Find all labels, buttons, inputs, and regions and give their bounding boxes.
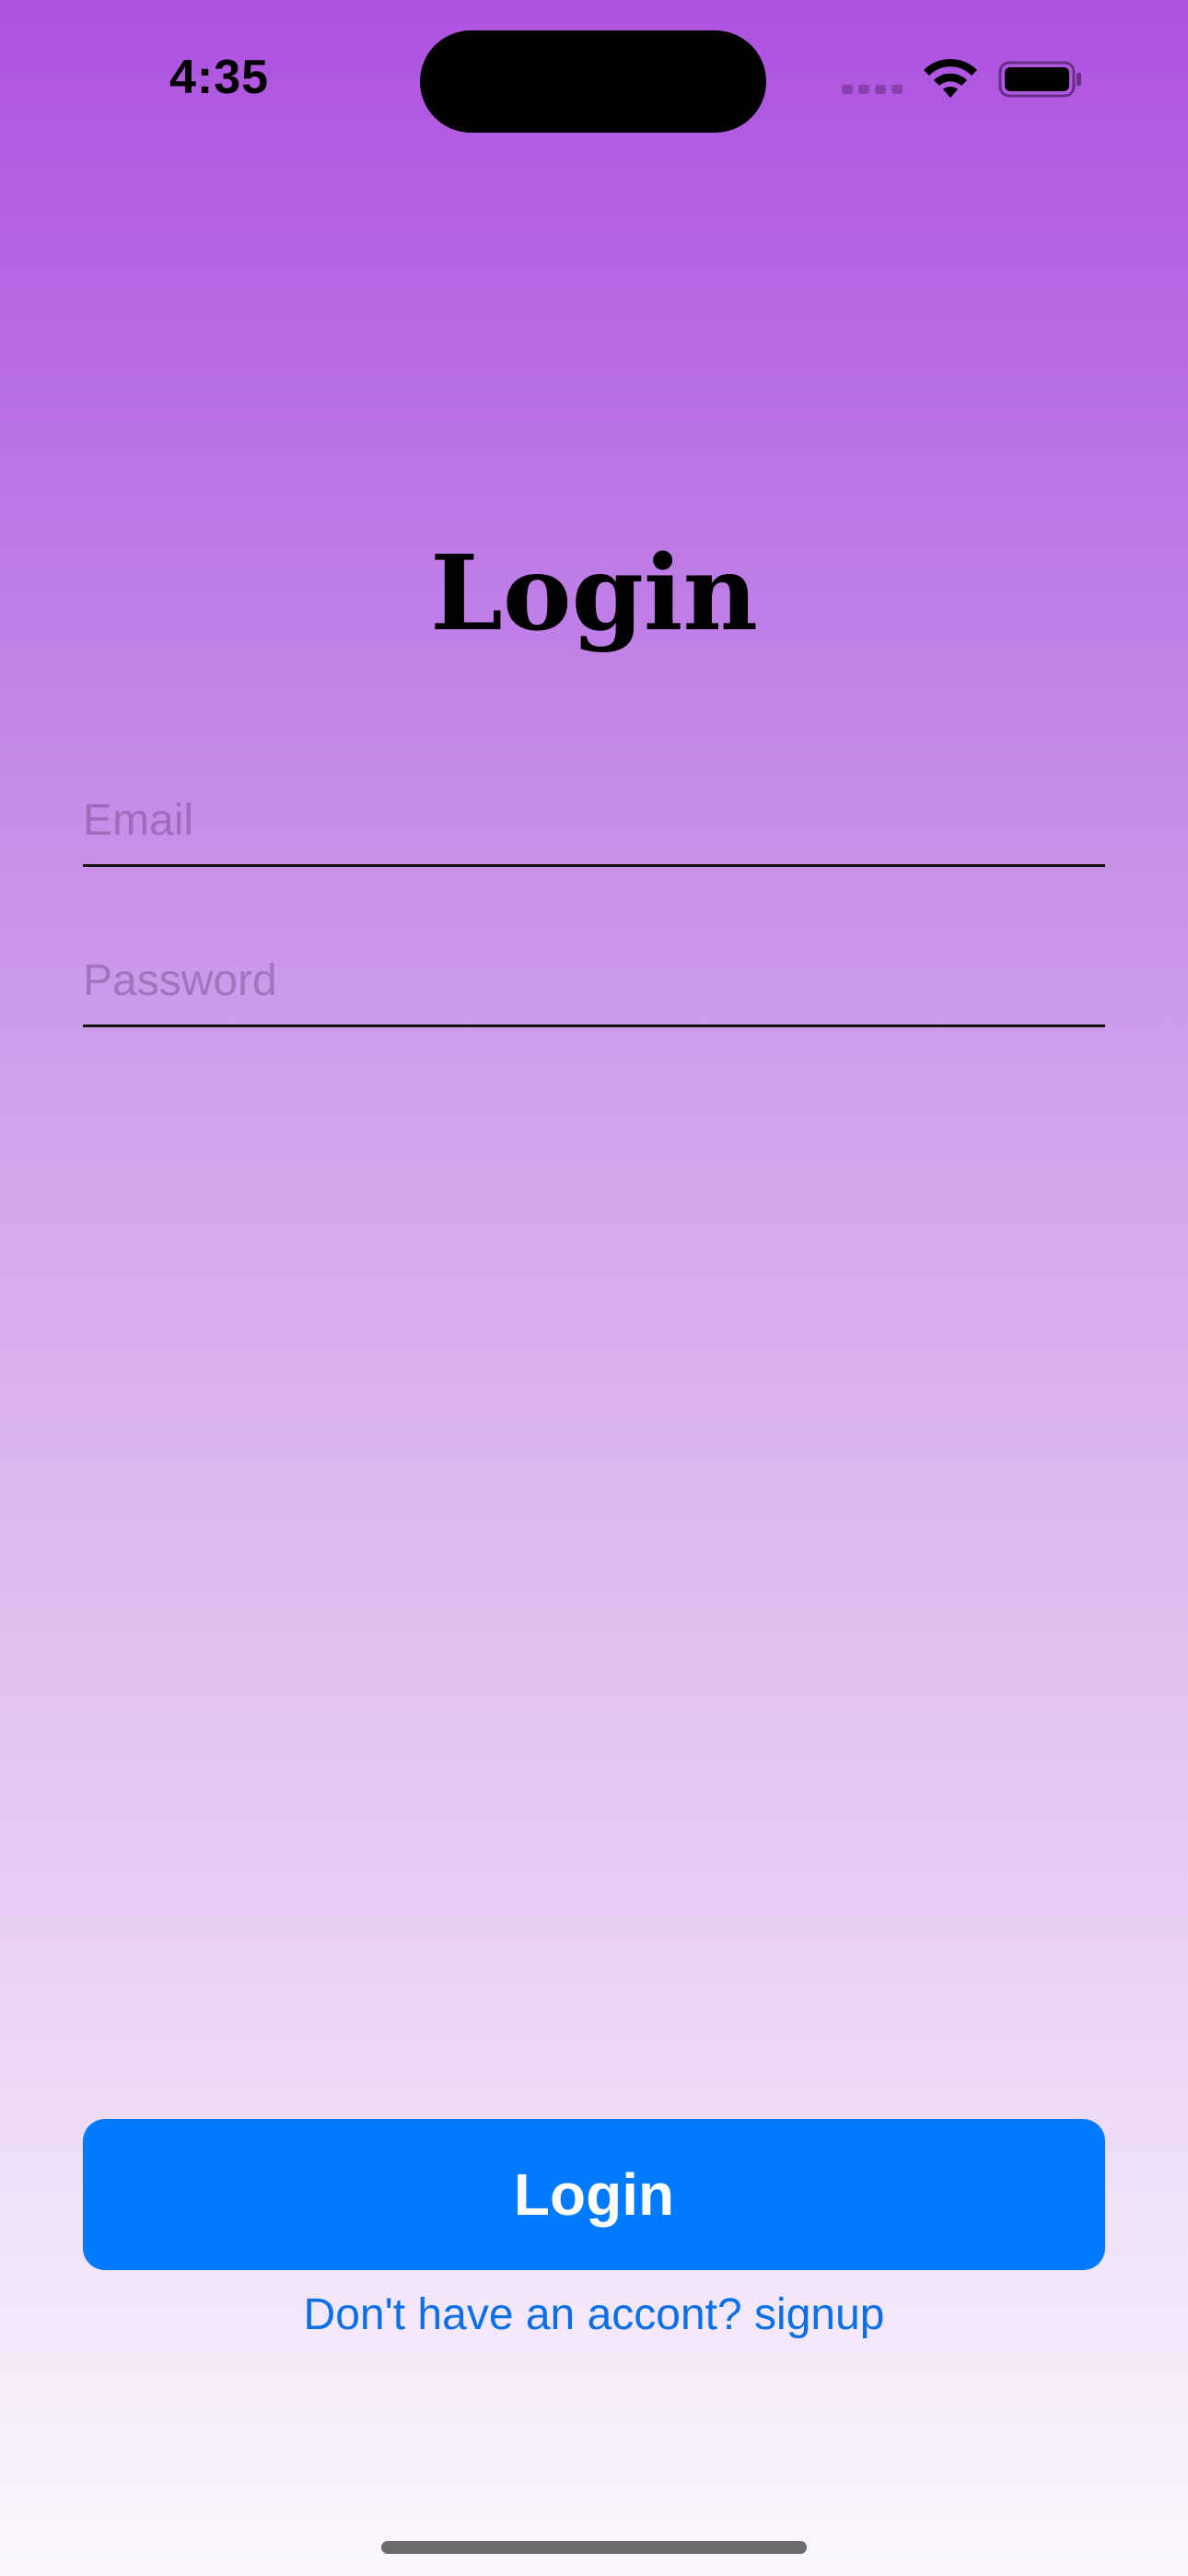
email-field[interactable] [83, 776, 1105, 867]
battery-icon [998, 61, 1081, 98]
signup-link[interactable]: Don't have an accont? signup [0, 2289, 1188, 2340]
status-time: 4:35 [169, 51, 270, 104]
password-field[interactable] [83, 936, 1105, 1027]
dynamic-island [420, 30, 766, 133]
wifi-icon [924, 58, 977, 98]
signal-icon [842, 85, 903, 94]
page-title: Login [430, 533, 758, 654]
login-button[interactable]: Login [83, 2119, 1105, 2270]
home-indicator[interactable] [381, 2541, 807, 2554]
